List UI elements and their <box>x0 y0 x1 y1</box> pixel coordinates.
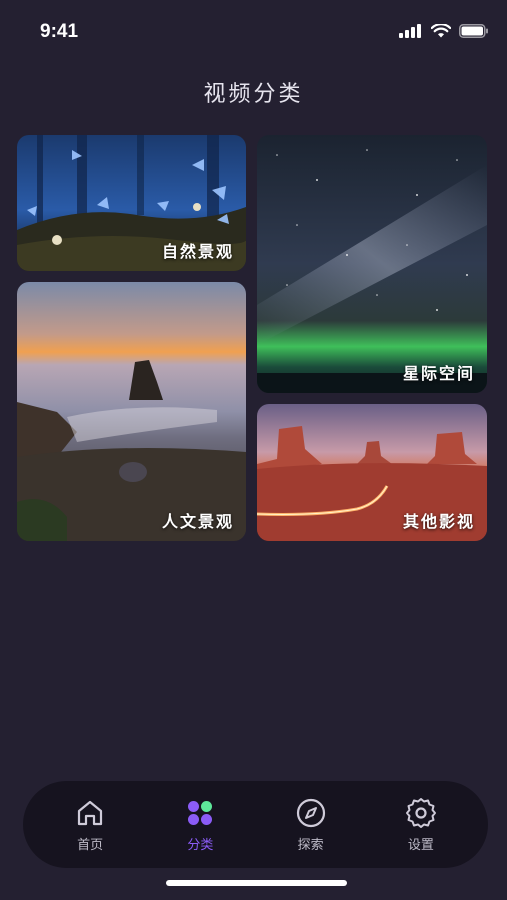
tab-home-label: 首页 <box>77 838 104 853</box>
status-bar: 9:41 <box>0 0 507 64</box>
category-card-space[interactable]: 星际空间 <box>257 135 487 393</box>
home-indicator <box>166 880 347 886</box>
culture-image <box>17 282 246 541</box>
signal-icon <box>399 24 421 38</box>
category-label-space: 星际空间 <box>402 364 475 383</box>
category-icon <box>183 796 217 830</box>
tab-settings-label: 设置 <box>407 838 434 853</box>
battery-icon <box>459 24 488 38</box>
settings-icon <box>404 796 438 830</box>
category-label-other: 其他影视 <box>402 512 475 531</box>
tab-settings[interactable]: 设置 <box>381 796 461 853</box>
space-image <box>257 135 487 393</box>
tab-bar: 首页 分类 探索 设置 <box>23 781 488 868</box>
tab-explore-label: 探索 <box>297 838 324 853</box>
category-card-nature[interactable]: 自然景观 <box>17 135 246 271</box>
tab-home[interactable]: 首页 <box>50 796 130 853</box>
wifi-icon <box>431 24 451 38</box>
category-card-other[interactable]: 其他影视 <box>257 404 487 541</box>
status-icons <box>399 24 489 38</box>
status-time: 9:41 <box>40 21 79 42</box>
category-label-nature: 自然景观 <box>161 242 234 261</box>
category-card-culture[interactable]: 人文景观 <box>17 282 246 541</box>
tab-explore[interactable]: 探索 <box>271 796 351 853</box>
category-label-culture: 人文景观 <box>161 512 234 531</box>
home-icon <box>73 796 107 830</box>
page-title: 视频分类 <box>203 82 304 107</box>
tab-category-label: 分类 <box>187 838 214 853</box>
tab-category[interactable]: 分类 <box>160 796 240 853</box>
compass-icon <box>294 796 328 830</box>
